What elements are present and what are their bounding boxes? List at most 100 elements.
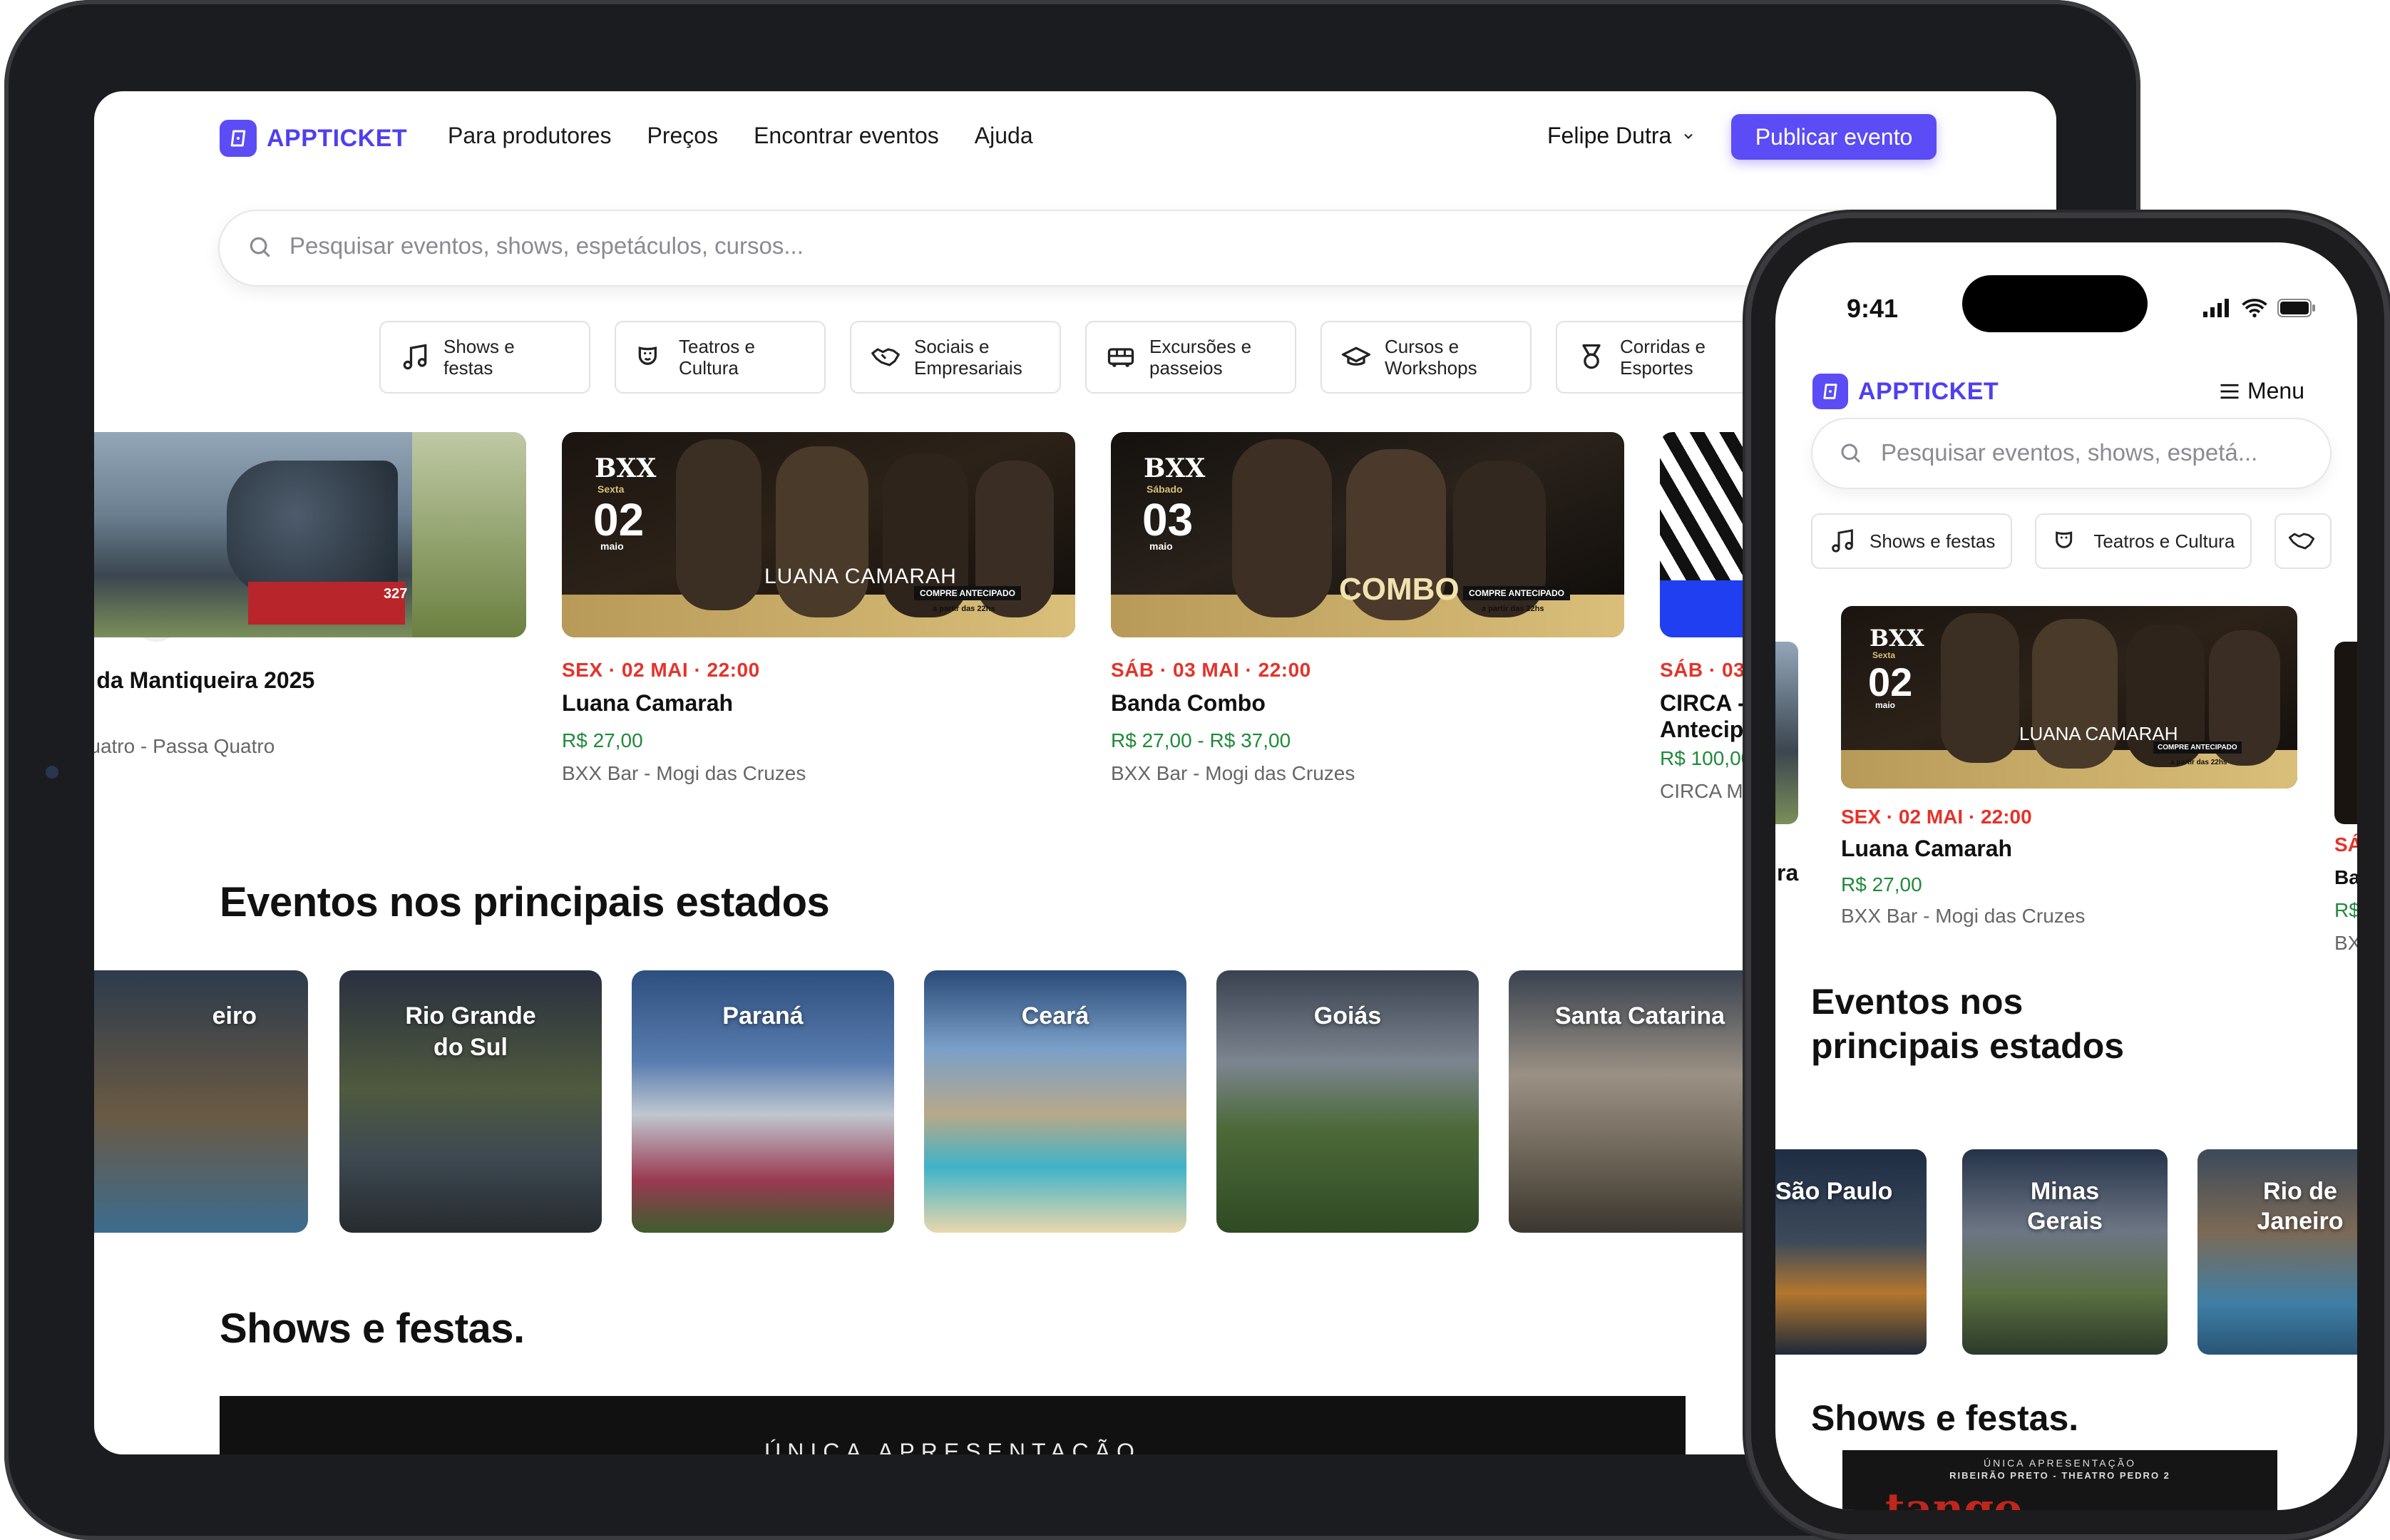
poster-brand: BXX (595, 453, 657, 483)
category-shows[interactable]: Shows e festas (379, 321, 590, 394)
state-card[interactable]: São Paulo (1775, 1149, 1927, 1355)
chip-label: Teatros e Cultura (2093, 530, 2235, 552)
dynamic-island (1962, 275, 2148, 332)
phone-device: 9:41 APPTICKET Menu Pesquisar eventos, s… (1745, 212, 2390, 1540)
states-carousel: eiro Rio Grande do Sul Paraná Ceará Goiá… (94, 970, 1931, 1234)
user-menu[interactable]: Felipe Dutra (1547, 123, 1696, 149)
poster-artist: COMBO (1339, 572, 1460, 607)
event-date: SÁB · 03 MAI · 22:00 (1111, 659, 1311, 681)
state-card[interactable]: Goiás (1216, 970, 1479, 1233)
category-cursos[interactable]: Cursos e Workshops (1320, 321, 1532, 394)
event-peek-right-info: SÁ Ba R$ BX (2334, 828, 2357, 960)
handshake-icon (871, 348, 900, 366)
category-label: Shows e festas (443, 336, 515, 379)
theater-masks-icon (2056, 531, 2073, 548)
event-date: SEX · 02 MAI · 22:00 (562, 659, 760, 681)
poster-day: 02 (593, 494, 645, 545)
nav-link-precos[interactable]: Preços (647, 123, 718, 149)
chip-sociais[interactable] (2274, 513, 2332, 569)
poster-cta: COMPRE ANTECIPADO (1463, 586, 1571, 600)
event-card-peek-right[interactable] (2334, 642, 2357, 824)
state-name: São Paulo (1775, 1178, 1893, 1205)
event-venue: BXX Bar - Mogi das Cruzes (1841, 905, 2086, 927)
banner-title: tango (1885, 1484, 2023, 1510)
shows-section-title: Shows e festas. (1811, 1398, 2079, 1438)
category-corridas[interactable]: Corridas e Esportes (1556, 321, 1767, 394)
event-peek-left-text: ra (1777, 860, 1799, 885)
states-section-title: Eventos nos principais estados (1811, 982, 2125, 1066)
event-price: R$ 27,00 (1841, 873, 1922, 895)
event-card-peek-left[interactable] (1775, 642, 1798, 824)
phone-search-input[interactable]: Pesquisar eventos, shows, espetá... (1811, 418, 2332, 489)
poster-artist: LUANA CAMARAH (764, 565, 957, 588)
event-card[interactable]: BXX Sábado 03 maio COMBO COMPRE ANTECIPA… (1111, 432, 1624, 785)
peek-date: SÁ (2334, 833, 2357, 856)
state-name: Ceará (1021, 1002, 1089, 1030)
peek-venue: BX (2334, 932, 2357, 954)
search-icon (1841, 443, 1861, 463)
menu-label: Menu (2247, 378, 2304, 404)
state-name: Rio de Janeiro (2257, 1178, 2344, 1235)
music-note-icon (403, 344, 427, 370)
logo-text: APPTICKET (1858, 377, 1999, 405)
user-name: Felipe Dutra (1547, 123, 1672, 148)
chip-shows[interactable]: Shows e festas (1811, 513, 2013, 569)
state-name: Paraná (722, 1002, 804, 1030)
category-label: Teatros e Cultura (679, 336, 755, 379)
phone-shows-banner[interactable]: ÚNICA APRESENTAÇÃO RIBEIRÃO PRETO - THEA… (1842, 1450, 2277, 1510)
poster-cta: COMPRE ANTECIPADO (2153, 741, 2242, 754)
poster-day: 03 (1142, 494, 1194, 545)
event-venue: Passa Quatro - Passa Quatro (94, 735, 275, 757)
phone-states-carousel: São Paulo Minas Gerais Rio de Janeiro (1775, 1149, 2357, 1356)
category-teatros[interactable]: Teatros e Cultura (615, 321, 826, 394)
category-bar: Shows e festas Teatros e Cultura Sociais… (379, 321, 1767, 394)
graduation-cap-icon (1342, 346, 1370, 366)
state-card[interactable]: Minas Gerais (1962, 1149, 2168, 1355)
poster-time: a partir das 22hs (933, 605, 995, 613)
search-placeholder: Pesquisar eventos, shows, espetá... (1881, 439, 2258, 466)
state-card[interactable]: Ceará (924, 970, 1186, 1233)
event-title: Banda Combo (1111, 690, 1266, 716)
publish-event-button[interactable]: Publicar evento (1731, 114, 1937, 160)
event-card[interactable]: 327 a Serra da Mantiqueira 2025 Passa Qu… (94, 432, 526, 758)
battery-icon (2277, 299, 2315, 317)
nav-link-ajuda[interactable]: Ajuda (975, 123, 1033, 149)
event-card[interactable]: BXX Sexta 02 maio LUANA CAMARAH COMPRE A… (562, 432, 1075, 785)
state-card[interactable]: Paraná (632, 970, 894, 1233)
phone-logo[interactable]: APPTICKET (1812, 374, 1999, 409)
banner-line2: RIBEIRÃO PRETO - THEATRO PEDRO 2 (1949, 1470, 2170, 1481)
state-name: eiro (212, 1002, 257, 1030)
event-venue: BXX Bar - Mogi das Cruzes (562, 762, 806, 784)
poster-day: 02 (1868, 659, 1913, 704)
phone-event-card[interactable]: BXX Sexta 02 maio LUANA CAMARAH COMPRE A… (1841, 606, 2297, 928)
state-card[interactable]: eiro (94, 970, 308, 1233)
category-excursoes[interactable]: Excursões e passeios (1085, 321, 1296, 394)
banner-text: ÚNICA APRESENTAÇÃO (764, 1439, 1141, 1454)
nav-link-produtores[interactable]: Para produtores (448, 123, 611, 149)
event-poster-luana: BXX Sexta 02 maio LUANA CAMARAH COMPRE A… (1841, 606, 2297, 789)
shows-banner[interactable]: ÚNICA APRESENTAÇÃO (220, 1396, 1686, 1454)
event-date: SEX · 02 MAI · 22:00 (1841, 806, 2032, 828)
logo[interactable]: APPTICKET (220, 120, 407, 157)
state-name: Santa Catarina (1554, 1002, 1725, 1030)
state-name: Rio Grande do Sul (405, 1002, 536, 1061)
signal-icon (2203, 299, 2229, 317)
category-label: Corridas e Esportes (1620, 336, 1706, 379)
hamburger-icon (2220, 384, 2239, 399)
poster-cta: COMPRE ANTECIPADO (914, 586, 1022, 600)
menu-button[interactable]: Menu (2219, 378, 2304, 404)
ticket-icon (1812, 374, 1848, 409)
state-card[interactable]: Rio de Janeiro (2197, 1149, 2357, 1355)
tablet-camera (46, 766, 58, 779)
music-note-icon (1832, 529, 1853, 553)
poster-time: a partir das 22hs (2170, 759, 2227, 766)
phone-category-chips: Shows e festas Teatros e Cultura (1811, 513, 2332, 569)
wifi-icon (2242, 299, 2267, 318)
category-label: Cursos e Workshops (1385, 336, 1477, 379)
category-sociais[interactable]: Sociais e Empresariais (850, 321, 1061, 394)
nav-link-encontrar-eventos[interactable]: Encontrar eventos (754, 123, 939, 149)
state-card[interactable]: Rio Grande do Sul (339, 970, 602, 1233)
state-card[interactable]: Santa Catarina (1509, 970, 1771, 1233)
states-section-title: Eventos nos principais estados (220, 879, 830, 925)
chip-teatros[interactable]: Teatros e Cultura (2035, 513, 2252, 569)
